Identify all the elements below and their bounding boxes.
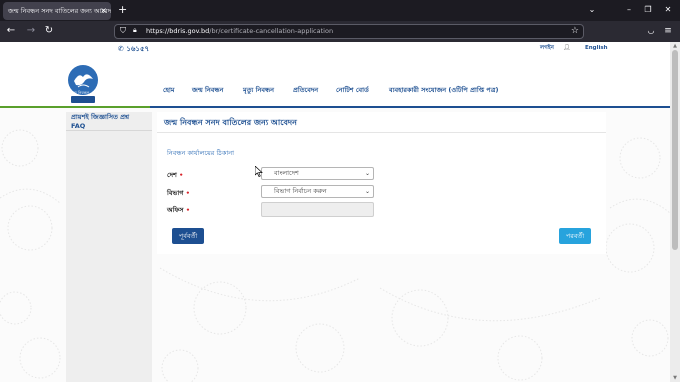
country-select[interactable]: বাংলাদেশ ⌄	[261, 167, 374, 180]
logo-caption: জন্ম নিবন্ধন	[70, 90, 90, 95]
division-label-text: বিভাগ	[167, 189, 184, 197]
back-arrow-icon[interactable]: ←	[4, 24, 18, 38]
chevron-down-icon: ⌄	[364, 170, 370, 177]
tab-close-icon[interactable]: ×	[100, 2, 107, 20]
bdris-logo[interactable]	[62, 63, 104, 105]
nav-death-registration[interactable]: মৃত্যু নিবন্ধন	[243, 85, 274, 96]
user-icon[interactable]: 👤︎	[563, 44, 571, 51]
forward-arrow-icon[interactable]: →	[24, 24, 38, 38]
url-text[interactable]: https://bdris.gov.bd/br/certificate-canc…	[146, 25, 333, 38]
browser-tab[interactable]: জন্ম নিবন্ধন সনদ বাতিলের জন্য আবেদন ×	[3, 2, 111, 20]
close-icon[interactable]: ✕	[660, 3, 676, 17]
maximize-icon[interactable]: ❐	[640, 3, 656, 17]
address-bar[interactable]: ⛉ 🔒︎ https://bdris.gov.bd/br/certificate…	[114, 24, 584, 39]
nav-reports[interactable]: প্রতিবেদন	[293, 85, 318, 96]
division-select-value: বিভাগ নির্বাচন করুন	[274, 187, 327, 195]
form-panel: জন্ম নিবন্ধন সনদ বাতিলের জন্য আবেদন নিবন…	[157, 112, 606, 254]
previous-button[interactable]: পূর্ববর্তী	[172, 228, 204, 244]
required-mark: •	[179, 171, 184, 179]
next-button[interactable]: পরবর্তী	[559, 228, 591, 244]
login-link[interactable]: লগইন	[540, 45, 554, 53]
form-title-divider	[157, 132, 606, 133]
sidebar-item-faq[interactable]: FAQ	[71, 122, 85, 130]
nav-notice-board[interactable]: নোটিশ বোর্ড	[336, 85, 369, 96]
browser-nav-bar: ← → ↻ ⛉ 🔒︎ https://bdris.gov.bd/br/certi…	[0, 21, 680, 42]
language-switch[interactable]: English	[585, 45, 608, 51]
office-label-text: অফিস	[167, 206, 184, 214]
shield-icon[interactable]: ⛉	[120, 26, 128, 36]
required-mark: •	[185, 206, 190, 214]
site-header: জন্ম নিবন্ধন হোম জন্ম নিবন্ধন মৃত্যু নিব…	[0, 56, 670, 108]
scroll-down-icon[interactable]: ▼	[672, 375, 678, 381]
sidebar: প্রায়শই জিজ্ঞাসিত প্রশ্ন FAQ	[66, 112, 152, 382]
reload-icon[interactable]: ↻	[42, 24, 56, 38]
browser-tab-bar: জন্ম নিবন্ধন সনদ বাতিলের জন্য আবেদন × + …	[0, 0, 680, 21]
required-mark: •	[185, 189, 190, 197]
section-title: নিবন্ধন কার্যালয়ের ঠিকানা	[167, 149, 234, 157]
star-icon[interactable]: ☆	[571, 25, 579, 38]
nav-birth-registration[interactable]: জন্ম নিবন্ধন	[192, 85, 223, 96]
lock-icon[interactable]: 🔒︎	[133, 26, 137, 35]
office-label: অফিস •	[167, 205, 190, 216]
minimize-icon[interactable]: –	[621, 3, 637, 17]
division-label: বিভাগ •	[167, 188, 190, 199]
mouse-cursor-icon	[255, 166, 263, 177]
form-title: জন্ম নিবন্ধন সনদ বাতিলের জন্য আবেদন	[164, 118, 297, 127]
scrollbar-thumb[interactable]	[672, 50, 678, 250]
new-tab-button[interactable]: +	[118, 3, 127, 17]
page-scrollbar[interactable]: ▲ ▼	[670, 42, 680, 382]
tab-title: জন্ম নিবন্ধন সনদ বাতিলের জন্য আবেদন	[8, 7, 111, 15]
nav-add-user[interactable]: ব্যবহারকারী সংযোজন (ওটিপি প্রাপ্তি পত্র)	[389, 85, 498, 96]
pocket-icon[interactable]: ◡	[644, 24, 658, 38]
web-page: ✆ ১৬১৫৭ লগইন 👤︎ English জন্ম নিবন্ধন হোম…	[0, 42, 670, 382]
division-select[interactable]: বিভাগ নির্বাচন করুন ⌄	[261, 185, 374, 198]
country-label-text: দেশ	[167, 171, 177, 179]
hotline-number: ১৬১৫৭	[126, 45, 150, 53]
country-select-value: বাংলাদেশ	[274, 169, 299, 177]
list-tabs-icon[interactable]: ⌄	[584, 3, 600, 17]
url-path: /br/certificate-cancellation-application	[209, 27, 334, 35]
sidebar-divider	[66, 130, 152, 131]
hotline: ✆ ১৬১৫৭	[118, 43, 149, 55]
chevron-down-icon: ⌄	[364, 188, 370, 195]
url-host: https://bdris.gov.bd	[146, 27, 210, 35]
nav-home[interactable]: হোম	[163, 85, 175, 96]
scroll-up-icon[interactable]: ▲	[672, 43, 678, 49]
office-select[interactable]	[261, 202, 374, 217]
country-label: দেশ •	[167, 170, 183, 181]
menu-icon[interactable]: ≡	[661, 24, 675, 38]
top-strip: ✆ ১৬১৫৭ লগইন 👤︎ English	[0, 42, 670, 56]
